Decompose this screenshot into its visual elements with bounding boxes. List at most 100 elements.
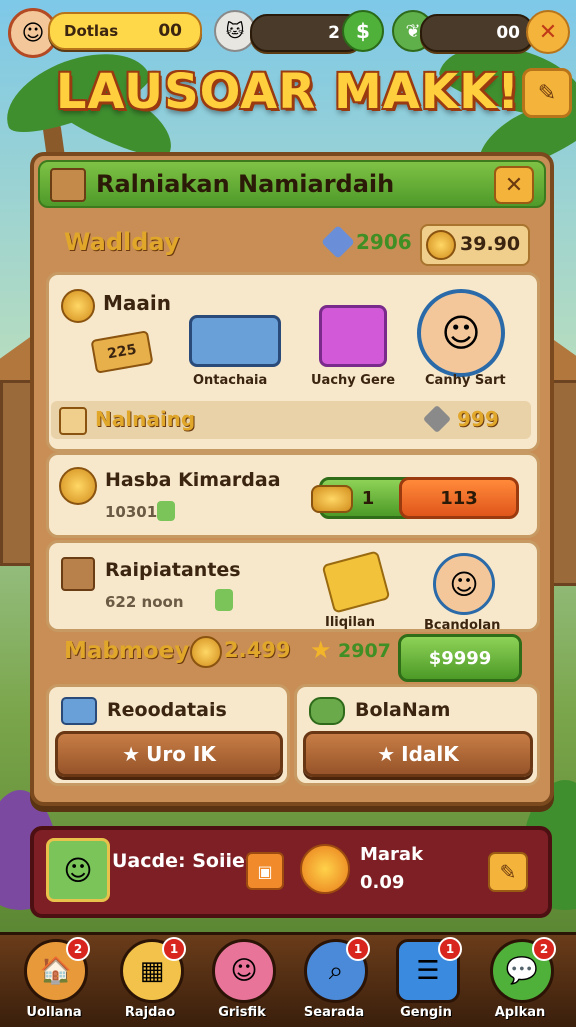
offer3-sub: 622 noon	[105, 593, 184, 611]
item-truck[interactable]	[189, 315, 281, 367]
nav-character-icon: ☺	[212, 939, 276, 1003]
featured-card: Maain 225 Ontachaia Uachy Gere ☺ Canhy S…	[46, 272, 540, 452]
nav-item-4[interactable]: ☰ 1 Gengin	[384, 937, 468, 1027]
nav-badge-5: 2	[532, 937, 556, 961]
footer-label: Nalnaing	[95, 407, 196, 431]
tag-icon-3	[215, 589, 233, 611]
nav-label-4: Gengin	[400, 1005, 452, 1020]
promo-right-value: 0.09	[360, 872, 405, 893]
reward-right-button[interactable]: ★ IdalK	[303, 731, 533, 777]
nav-item-2[interactable]: ☺ Grisfik	[200, 939, 284, 1027]
settings-button[interactable]: ✕	[526, 10, 570, 54]
list-icon	[59, 407, 87, 435]
offer3-item-label: Iliqilan	[325, 615, 375, 630]
reward-card-right: BolaNam ★ IdalK	[294, 684, 540, 786]
promo-gift-button[interactable]: ▣	[246, 852, 284, 890]
turtle-icon	[309, 697, 345, 725]
coin-icon	[426, 230, 456, 260]
reward-left-title: Reoodatais	[107, 699, 227, 721]
item-gift[interactable]	[319, 305, 387, 367]
nav-badge-4: 1	[438, 937, 462, 961]
item1-label: Ontachaia	[193, 373, 268, 388]
promo-bar[interactable]: ☺ Uacde: Soiies ▣ Marak 0.09 ✎	[30, 826, 552, 918]
cash-pill: 00	[420, 14, 534, 52]
reward-right-star-icon: ★	[377, 742, 396, 766]
game-title: LAUSOAR MAKK!	[55, 64, 521, 120]
market-panel: Ralniakan Namiardaih ✕ Wadlday 2906 39.9…	[30, 152, 554, 806]
offer3-title: Raipiatantes	[105, 559, 241, 581]
coin-icon-2	[59, 467, 97, 505]
gems-add-button[interactable]: $	[342, 10, 384, 52]
reward-right-button-label: IdalK	[401, 742, 459, 766]
promo-avatar: ☺	[46, 838, 110, 902]
nav-item-1[interactable]: ▦ 1 Rajdao	[108, 937, 192, 1027]
nav-label-2: Grisfik	[218, 1005, 266, 1020]
tools-button[interactable]: ✎	[522, 68, 572, 118]
sun-icon	[300, 844, 350, 894]
offer3-avatar[interactable]: ☺	[433, 553, 495, 615]
money-label: Mabmoey	[64, 638, 190, 664]
nav-badge-3: 1	[346, 937, 370, 961]
stat-value: 2906	[356, 230, 412, 254]
promo-edit-button[interactable]: ✎	[488, 852, 528, 892]
star-value: 2907	[338, 640, 391, 662]
coin-box: 39.90	[420, 224, 530, 266]
nav-badge-1: 1	[162, 937, 186, 961]
player-value: 00	[158, 21, 182, 41]
reward-left-button-label: Uro IK	[146, 742, 216, 766]
crate-icon	[50, 168, 86, 202]
cash-value: 00	[496, 23, 520, 43]
item-avatar[interactable]: ☺	[417, 289, 505, 377]
footer-value: 999	[457, 407, 499, 431]
box-icon	[61, 557, 95, 591]
nav-item-0[interactable]: 🏠 2 Uollana	[12, 937, 96, 1027]
offer-card-2: Hasba Kimardaa 10301 1 113	[46, 452, 540, 538]
ticket-icon: 225	[90, 330, 154, 374]
coin-stack-icon	[311, 485, 353, 513]
ticket-value: 225	[106, 341, 138, 363]
nav-label-1: Rajdao	[124, 1005, 176, 1020]
buy-button[interactable]: $9999	[398, 634, 522, 682]
reward-left-button[interactable]: ★ Uro IK	[55, 731, 283, 777]
offer2-title: Hasba Kimardaa	[105, 469, 281, 491]
featured-footer: Nalnaing 999	[51, 401, 531, 439]
item-gold-bar[interactable]	[321, 550, 391, 614]
nav-badge-0: 2	[66, 937, 90, 961]
hammer-icon	[321, 225, 355, 259]
wrench-icon	[422, 404, 452, 434]
nav-item-3[interactable]: ⌕ 1 Searada	[292, 937, 376, 1027]
promo-right-title: Marak	[360, 844, 424, 865]
nav-label-5: Aplkan	[494, 1005, 546, 1020]
money-value: 2.499	[224, 638, 291, 662]
nav-label-0: Uollana	[26, 1005, 82, 1020]
offer2-right-label: 113	[440, 487, 478, 509]
gems-value: 2	[328, 23, 340, 43]
buy-price: $9999	[428, 647, 492, 669]
nav-item-5[interactable]: 💬 2 Aplkan	[478, 937, 562, 1027]
truck-small-icon	[61, 697, 97, 725]
player-label: Dotlas	[64, 22, 119, 40]
avatar-label: Bcandolan	[424, 618, 501, 633]
section-label: Wadlday	[64, 228, 180, 256]
coin-spiral-icon	[61, 289, 95, 323]
item3-label: Canhy Sart	[425, 373, 506, 388]
reward-left-star-icon: ★	[122, 742, 141, 766]
offer2-right-button[interactable]: 113	[399, 477, 519, 519]
coin-value: 39.90	[460, 233, 521, 255]
player-pill: Dotlas 00	[48, 12, 202, 50]
nav-label-3: Searada	[303, 1005, 365, 1020]
bottom-nav: 🏠 2 Uollana ▦ 1 Rajdao ☺ Grisfik ⌕ 1 Sea…	[0, 932, 576, 1027]
panel-title: Ralniakan Namiardaih	[96, 170, 395, 198]
reward-right-title: BolaNam	[355, 699, 451, 721]
offer2-sub: 10301	[105, 503, 158, 521]
reward-card-left: Reoodatais ★ Uro IK	[46, 684, 290, 786]
panel-close-button[interactable]: ✕	[494, 166, 534, 204]
featured-title: Maain	[103, 291, 171, 315]
tag-icon	[157, 501, 175, 521]
offer2-left-label: 1	[361, 487, 375, 509]
promo-title: Uacde: Soiies	[112, 850, 257, 872]
money-coin-icon	[190, 636, 222, 668]
item2-label: Uachy Gere	[311, 373, 396, 388]
panel-header: Ralniakan Namiardaih ✕	[38, 160, 546, 208]
star-icon: ★	[310, 636, 332, 664]
